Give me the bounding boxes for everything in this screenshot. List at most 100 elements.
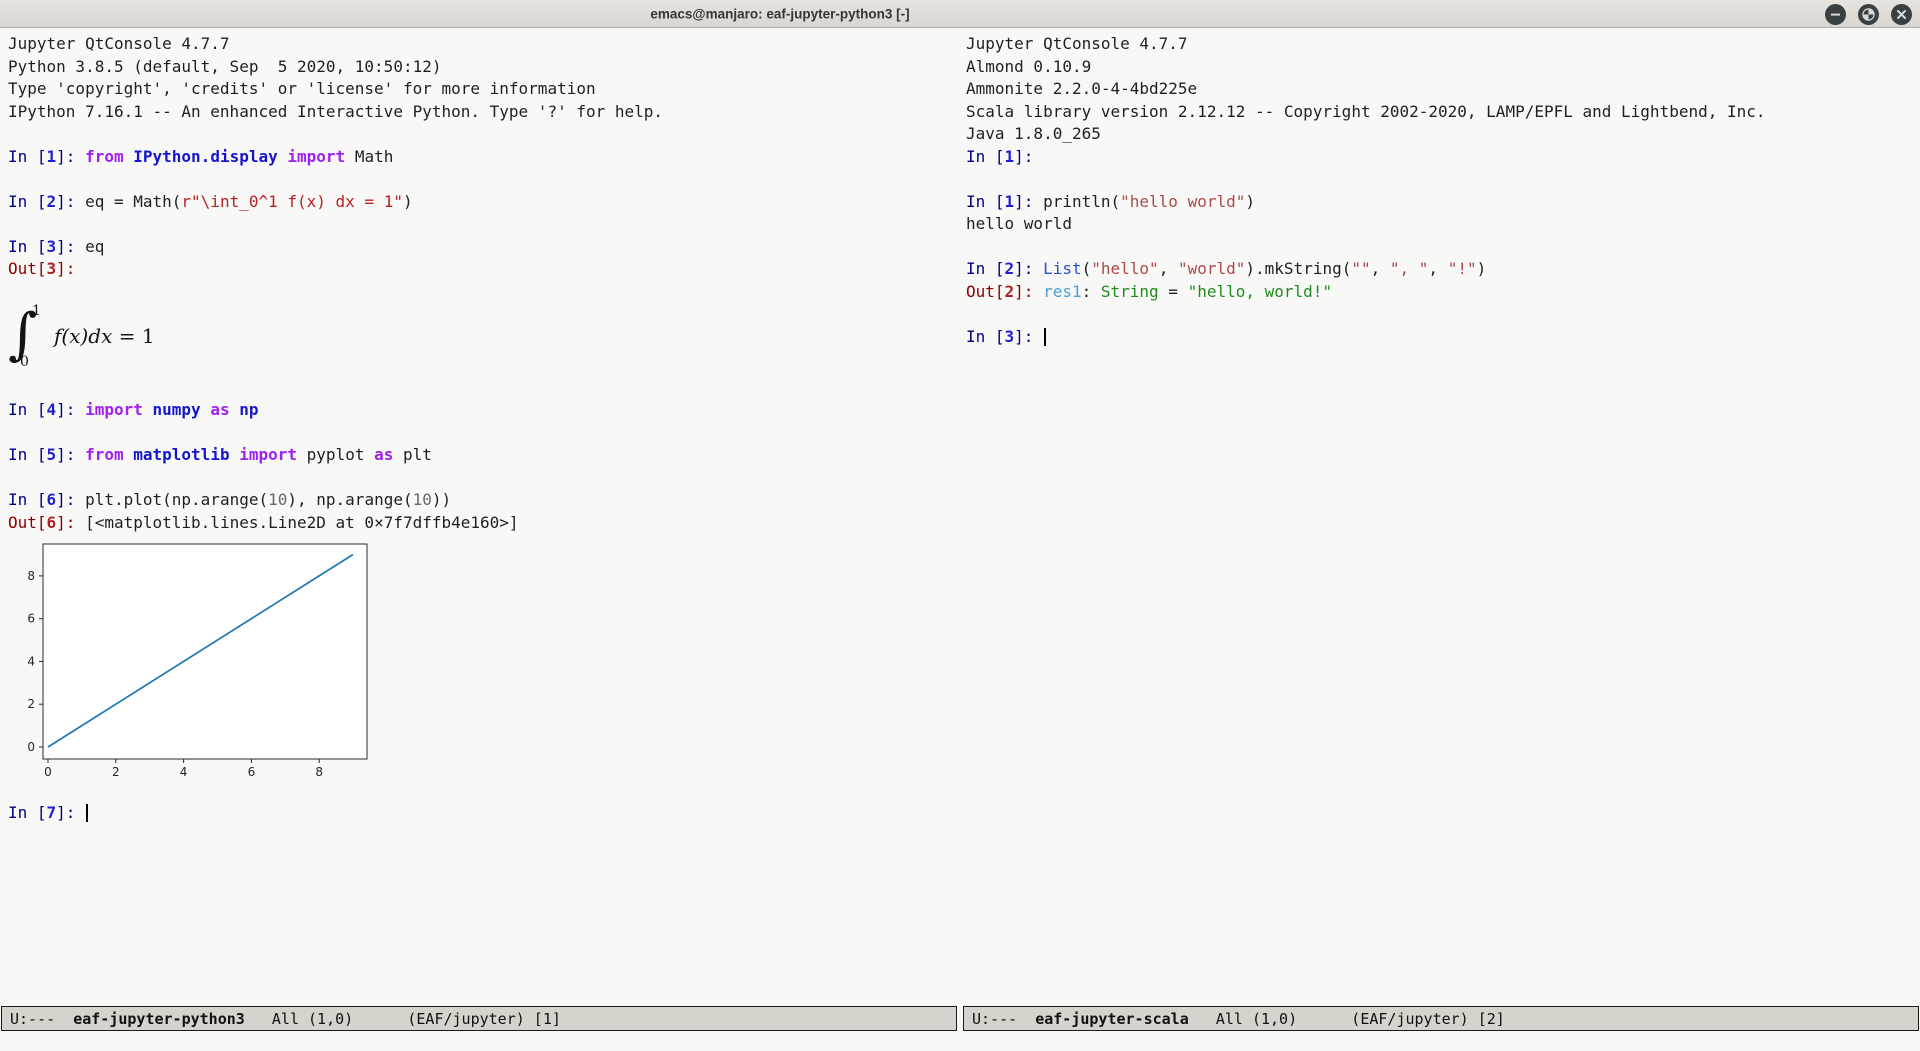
code-token: 10 <box>268 490 287 509</box>
modeline-state: U:--- <box>10 1010 73 1028</box>
code-token: plt <box>403 445 432 464</box>
code-token: Java 1.8.0_265 <box>966 124 1101 143</box>
code-token: plt.plot(np.arange( <box>85 490 268 509</box>
code-token: 6 <box>47 490 57 509</box>
code-token: 2 <box>47 192 57 211</box>
code-token: Ammonite 2.2.0-4-4bd225e <box>966 79 1197 98</box>
code-token: 3 <box>47 259 57 278</box>
code-token: , <box>1159 259 1178 278</box>
code-token: ]: <box>56 192 85 211</box>
code-token: ]: <box>56 400 85 419</box>
modeline-position-info: All (1,0) (EAF/jupyter) [2] <box>1189 1010 1505 1028</box>
close-button[interactable] <box>1891 4 1912 25</box>
y-tick-label: 6 <box>27 612 35 626</box>
maximize-icon <box>1858 4 1879 25</box>
code-token: ", " <box>1390 259 1429 278</box>
console-line: In [7]: <box>8 802 960 825</box>
console-line <box>8 123 960 146</box>
code-token: ]: <box>1014 147 1033 166</box>
code-token: : <box>1082 282 1101 301</box>
code-token: pyplot <box>307 445 374 464</box>
code-token: 10 <box>413 490 432 509</box>
console-line: Out[2]: res1: String = "hello, world!" <box>966 281 1920 304</box>
matplotlib-figure: 0 2 4 6 8 0 2 4 6 8 <box>8 538 378 788</box>
jupyter-python-console[interactable]: Jupyter QtConsole 4.7.7 Python 3.8.5 (def… <box>0 28 960 1006</box>
minibuffer-echo-area[interactable] <box>0 1032 1920 1051</box>
minimize-icon <box>1825 4 1846 25</box>
code-token: matplotlib <box>133 445 239 464</box>
code-token: In [ <box>966 259 1005 278</box>
modeline-python: U:--- eaf-jupyter-python3 All (1,0) (EAF… <box>1 1006 957 1031</box>
code-token: np <box>239 400 258 419</box>
code-token: Scala library version 2.12.12 -- Copyrig… <box>966 102 1766 121</box>
code-token: hello world <box>966 214 1072 233</box>
console-line: In [1]: from IPython.display import Math <box>8 146 960 169</box>
code-token: 1 <box>1005 147 1015 166</box>
code-token: println( <box>1043 192 1120 211</box>
x-tick-label: 4 <box>180 765 188 779</box>
code-token: 1 <box>47 147 57 166</box>
code-token: In [ <box>8 445 47 464</box>
code-token: , <box>1371 259 1390 278</box>
window-title: emacs@manjaro: eaf-jupyter-python3 [-] <box>650 6 909 21</box>
modeline-buffer-name: eaf-jupyter-python3 <box>73 1010 245 1028</box>
scala-console-lines: Jupyter QtConsole 4.7.7Almond 0.10.9Ammo… <box>966 33 1920 348</box>
modeline-position-info: All (1,0) (EAF/jupyter) [1] <box>245 1010 561 1028</box>
code-token: ]: <box>1014 192 1043 211</box>
code-token: ) <box>1245 192 1255 211</box>
code-token: 6 <box>47 513 57 532</box>
y-tick-label: 8 <box>27 569 35 583</box>
console-line <box>8 168 960 191</box>
code-token: In [ <box>8 400 47 419</box>
integral-symbol: 1 ∫ 0 <box>8 302 42 372</box>
maximize-button[interactable] <box>1858 4 1879 25</box>
code-token: ) <box>403 192 413 211</box>
console-line: In [3]: eq <box>8 236 960 259</box>
code-token: eq <box>85 237 104 256</box>
math-expression: f(x)dx <box>54 325 112 348</box>
jupyter-scala-console[interactable]: Jupyter QtConsole 4.7.7Almond 0.10.9Ammo… <box>960 28 1920 1006</box>
console-line: Python 3.8.5 (default, Sep 5 2020, 10:50… <box>8 56 960 79</box>
code-token: import <box>239 445 306 464</box>
code-token: , <box>1428 259 1447 278</box>
code-token: ]: <box>56 147 85 166</box>
code-token: 1 <box>1005 192 1015 211</box>
code-token: String <box>1101 282 1159 301</box>
y-tick-label: 4 <box>27 654 35 668</box>
console-line <box>966 236 1920 259</box>
code-token: "world" <box>1178 259 1245 278</box>
console-line: In [1]: println("hello world") <box>966 191 1920 214</box>
code-token: In [ <box>966 192 1005 211</box>
console-line: Out[3]: <box>8 258 960 281</box>
code-token: "hello" <box>1091 259 1158 278</box>
code-token: Python 3.8.5 (default, Sep 5 2020, 10:50… <box>8 57 441 76</box>
code-token: IPython 7.16.1 -- An enhanced Interactiv… <box>8 102 663 121</box>
y-tick-label: 2 <box>27 697 35 711</box>
window-titlebar[interactable]: emacs@manjaro: eaf-jupyter-python3 [-] <box>0 0 1920 28</box>
x-tick-label: 2 <box>112 765 120 779</box>
code-token: r"\int_0^1 f(x) dx = 1" <box>181 192 403 211</box>
console-line: Type 'copyright', 'credits' or 'license'… <box>8 78 960 101</box>
code-token: IPython.display <box>133 147 287 166</box>
code-token: ).mkString( <box>1245 259 1351 278</box>
code-token: In [ <box>8 237 47 256</box>
code-token: List <box>1043 259 1082 278</box>
code-token: ( <box>1082 259 1092 278</box>
code-token: "!" <box>1448 259 1477 278</box>
console-line <box>8 213 960 236</box>
code-token: ]: <box>56 803 85 822</box>
console-line: Out[6]: [<matplotlib.lines.Line2D at 0×7… <box>8 512 960 535</box>
console-line <box>8 422 960 445</box>
code-token: Type 'copyright', 'credits' or 'license'… <box>8 79 596 98</box>
console-line: Scala library version 2.12.12 -- Copyrig… <box>966 101 1920 124</box>
code-token: as <box>374 445 403 464</box>
python-console-lines-middle: In [4]: import numpy as np In [5]: from … <box>8 377 960 535</box>
console-line: In [1]: <box>966 146 1920 169</box>
code-token: ]: <box>1014 282 1043 301</box>
code-token: ) <box>1477 259 1487 278</box>
minimize-button[interactable] <box>1825 4 1846 25</box>
code-token: Jupyter QtConsole 4.7.7 <box>8 34 230 53</box>
code-token: In [ <box>8 147 47 166</box>
console-line: Jupyter QtConsole 4.7.7 <box>966 33 1920 56</box>
window-buttons <box>1825 0 1912 28</box>
